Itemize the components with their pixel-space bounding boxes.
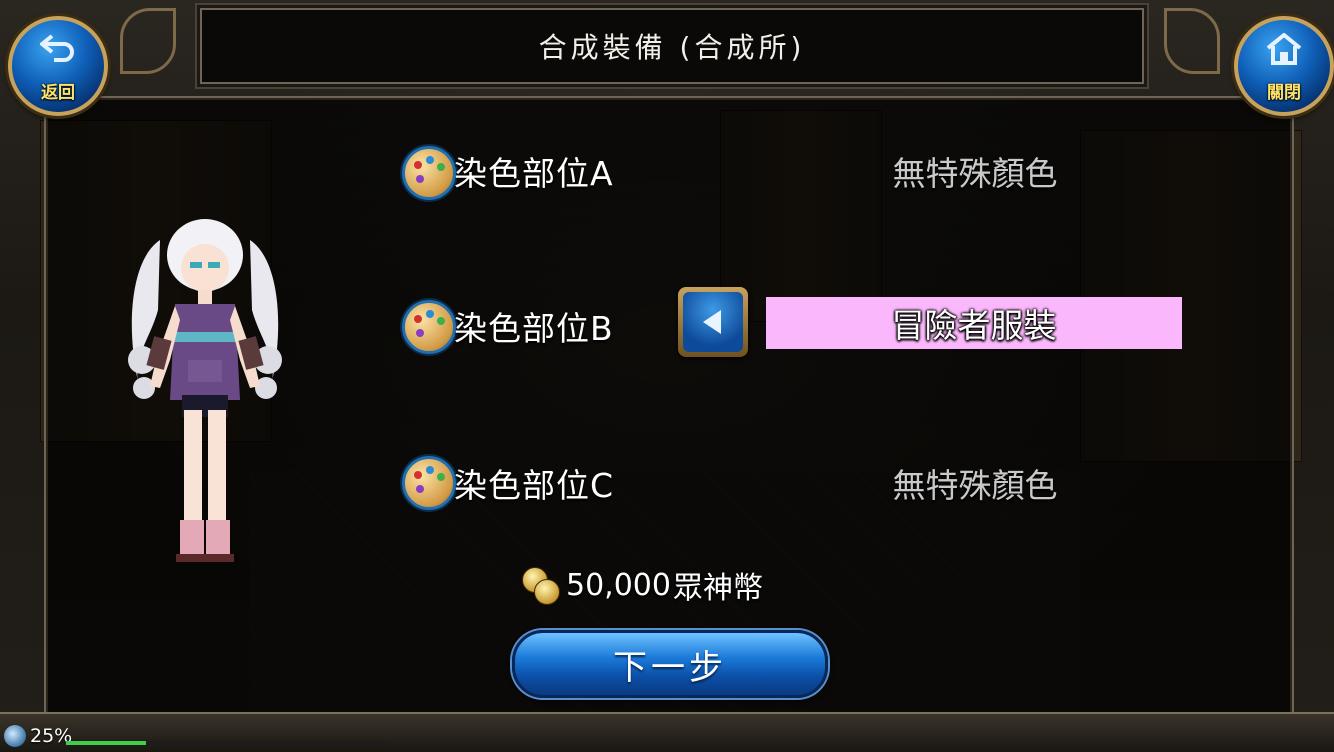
loading-progress-bar: [66, 741, 386, 745]
cost-amount: 50,000: [566, 567, 671, 603]
palette-icon: [402, 300, 456, 354]
back-label: 返回: [41, 83, 75, 103]
home-icon: [1238, 32, 1330, 75]
dye-slot-b-value[interactable]: 冒險者服裝: [766, 297, 1182, 349]
palette-icon: [402, 146, 456, 200]
page-title: 合成裝備 (合成所): [538, 31, 806, 64]
frame-ornament-left: [120, 8, 176, 74]
loading-progress-fill: [66, 741, 146, 745]
next-step-button[interactable]: 下一步: [512, 630, 828, 698]
dye-slot-a-value: 無特殊顏色: [892, 154, 1058, 193]
close-label: 關閉: [1267, 83, 1301, 103]
cost-currency: 眾神幣: [672, 571, 763, 606]
character-preview: [120, 210, 290, 570]
close-button[interactable]: 關閉: [1234, 16, 1334, 116]
dye-slot-c-label: 染色部位C: [454, 466, 615, 505]
dye-slot-a-label: 染色部位A: [454, 154, 614, 193]
palette-icon: [402, 456, 456, 510]
frame-ornament-right: [1164, 8, 1220, 74]
loading-orb-icon: [4, 725, 26, 747]
back-button[interactable]: 返回: [8, 16, 108, 116]
next-step-label: 下一步: [613, 647, 727, 688]
return-arrow-icon: [12, 32, 104, 73]
cost-display: 50,000 眾神幣: [520, 563, 763, 607]
coin-icon: [520, 565, 560, 605]
dye-slot-c-value: 無特殊顏色: [892, 466, 1058, 505]
dye-slot-b-label: 染色部位B: [454, 309, 614, 348]
title-bar: 合成裝備 (合成所): [200, 8, 1144, 84]
bottom-frame: [0, 712, 1334, 752]
loading-indicator: 25%: [4, 724, 72, 748]
previous-option-button[interactable]: [678, 287, 748, 357]
left-arrow-icon: [683, 292, 743, 352]
